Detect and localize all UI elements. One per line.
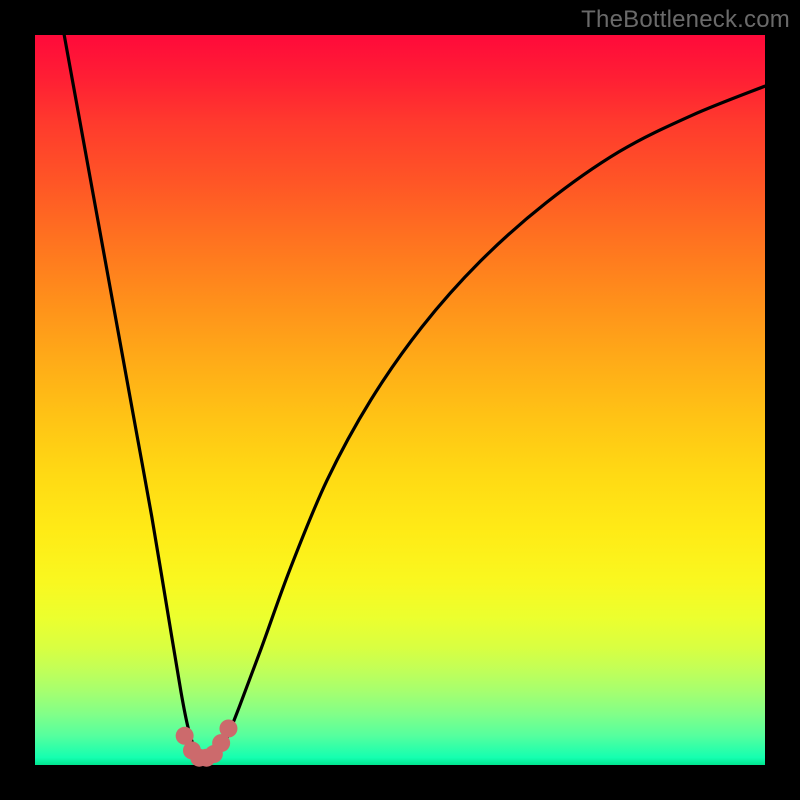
plot-area	[35, 35, 765, 765]
sweet-spot-dots	[35, 35, 765, 765]
sweet-spot-dot	[219, 720, 237, 738]
watermark-label: TheBottleneck.com	[581, 6, 790, 34]
chart-frame: TheBottleneck.com	[0, 0, 800, 800]
